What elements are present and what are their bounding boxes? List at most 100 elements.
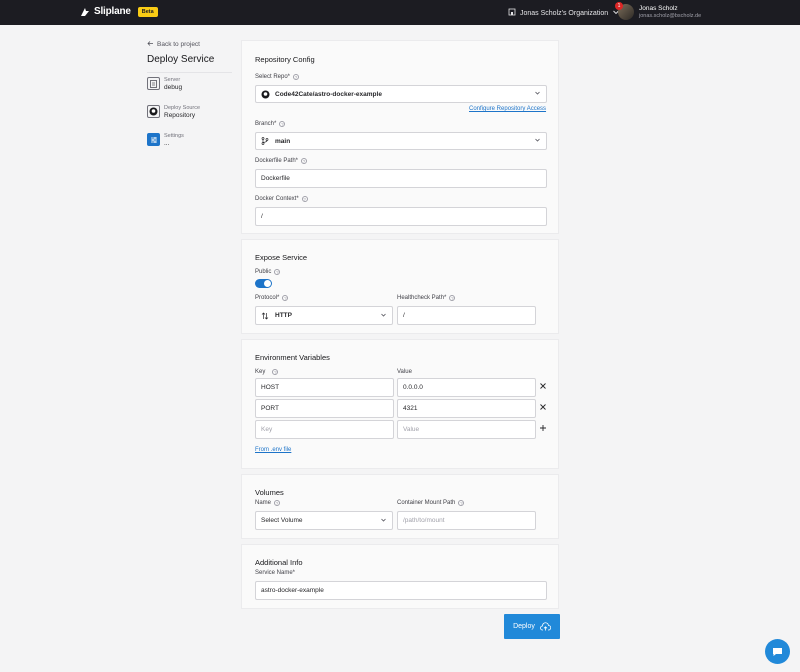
- logo[interactable]: Sliplane Beta: [80, 6, 158, 17]
- notification-badge: 1: [615, 2, 623, 10]
- env-key-input-new[interactable]: Key: [255, 420, 394, 439]
- chat-support-button[interactable]: [765, 639, 790, 664]
- configure-repository-access-link[interactable]: Configure Repository Access: [469, 106, 546, 112]
- help-icon: ?: [449, 295, 456, 301]
- dockerfile-path-input[interactable]: Dockerfile: [255, 169, 547, 188]
- input-value: 4321: [403, 405, 418, 412]
- section-title: Environment Variables: [255, 353, 330, 362]
- help-icon: ?: [301, 196, 308, 202]
- service-name-input[interactable]: astro-docker-example: [255, 581, 547, 600]
- select-repo-label: Select Repo* ?: [255, 74, 300, 80]
- step-server[interactable]: Server debug: [147, 77, 232, 91]
- label-text: Public: [255, 269, 272, 275]
- step-label: Server: [164, 77, 181, 83]
- label-text: Protocol*: [255, 295, 280, 301]
- help-icon: ?: [282, 295, 289, 301]
- logo-text: Sliplane: [94, 6, 131, 17]
- env-key-input[interactable]: HOST: [255, 378, 394, 397]
- volume-value: Select Volume: [261, 517, 303, 524]
- add-row-icon[interactable]: [539, 424, 547, 434]
- settings-sliders-icon: [147, 133, 160, 146]
- user-menu[interactable]: 1 Jonas Scholz jonas.scholz@bscholz.de: [615, 2, 701, 20]
- healthcheck-path-label: Healthcheck Path* ?: [397, 295, 456, 301]
- arrows-up-down-icon: [261, 312, 269, 320]
- org-switcher[interactable]: Jonas Scholz's Organization: [508, 8, 620, 18]
- help-icon: ?: [274, 500, 281, 506]
- section-title: Additional Info: [255, 558, 303, 567]
- help-icon: ?: [279, 121, 286, 127]
- input-placeholder: Value: [403, 426, 420, 433]
- section-title: Expose Service: [255, 253, 308, 262]
- help-icon: ?: [272, 369, 279, 375]
- environment-variables-card: Environment Variables Key ? Value HOST 0…: [241, 339, 559, 469]
- sidebar: Back to project Deploy Service Server de…: [147, 40, 232, 161]
- input-placeholder: /path/to/mount: [403, 517, 445, 524]
- chevron-down-icon: [380, 311, 387, 320]
- volume-select[interactable]: Select Volume: [255, 511, 393, 530]
- step-label: Deploy Source: [164, 105, 201, 111]
- branch-select[interactable]: main: [255, 132, 547, 150]
- label-text: Branch*: [255, 121, 277, 127]
- repository-config-card: Repository Config Select Repo* ? Code42C…: [241, 40, 559, 234]
- input-value: 0.0.0.0: [403, 384, 423, 391]
- chevron-down-icon: [534, 137, 541, 146]
- public-label: Public ?: [255, 269, 281, 275]
- section-title: Volumes: [255, 488, 284, 497]
- building-icon: [508, 8, 516, 18]
- healthcheck-path-input[interactable]: /: [397, 306, 536, 325]
- protocol-select[interactable]: HTTP: [255, 306, 393, 325]
- cloud-upload-icon: [540, 622, 551, 631]
- label-text: Container Mount Path: [397, 500, 456, 506]
- public-toggle[interactable]: [255, 279, 272, 288]
- step-label: Settings: [164, 133, 184, 139]
- step-settings[interactable]: Settings ...: [147, 133, 232, 147]
- env-value-input[interactable]: 0.0.0.0: [397, 378, 536, 397]
- deploy-label: Deploy: [513, 623, 535, 630]
- container-mount-path-input[interactable]: /path/to/mount: [397, 511, 536, 530]
- back-to-project-link[interactable]: Back to project: [147, 40, 232, 49]
- help-icon: ?: [274, 269, 281, 275]
- docker-context-label: Docker Context* ?: [255, 196, 308, 202]
- input-value: /: [403, 312, 405, 319]
- protocol-label: Protocol* ?: [255, 295, 289, 301]
- input-placeholder: Key: [261, 426, 273, 433]
- org-name: Jonas Scholz's Organization: [520, 9, 609, 17]
- env-value-input-new[interactable]: Value: [397, 420, 536, 439]
- beta-badge: Beta: [137, 6, 158, 17]
- sliplane-logo-icon: [80, 7, 90, 17]
- from-env-file-link[interactable]: From .env file: [255, 447, 291, 453]
- docker-context-input[interactable]: /: [255, 207, 547, 226]
- repo-value: Code42Cate/astro-docker-example: [275, 90, 382, 98]
- help-icon: ?: [458, 500, 465, 506]
- deploy-button[interactable]: Deploy: [504, 614, 560, 639]
- expose-service-card: Expose Service Public ? Protocol* ? HTTP…: [241, 239, 559, 334]
- step-value: ...: [164, 140, 170, 147]
- dockerfile-path-label: Dockerfile Path* ?: [255, 158, 308, 164]
- input-value: HOST: [261, 384, 280, 391]
- branch-value: main: [275, 137, 291, 145]
- arrow-left-icon: [147, 40, 154, 49]
- remove-row-icon[interactable]: [539, 382, 547, 392]
- repo-select[interactable]: Code42Cate/astro-docker-example: [255, 85, 547, 103]
- git-branch-icon: [261, 137, 269, 145]
- key-header: Key ?: [255, 369, 279, 375]
- label-text: Name: [255, 500, 272, 506]
- input-value: astro-docker-example: [261, 587, 324, 594]
- avatar: 1: [615, 2, 634, 20]
- label-text: Value: [397, 369, 412, 375]
- chevron-down-icon: [380, 516, 387, 525]
- volume-name-label: Name ?: [255, 500, 281, 506]
- input-value: Dockerfile: [261, 175, 290, 182]
- server-icon: [147, 77, 160, 90]
- branch-label: Branch* ?: [255, 121, 286, 127]
- github-icon: [261, 90, 270, 99]
- step-deploy-source[interactable]: Deploy Source Repository: [147, 105, 232, 119]
- remove-row-icon[interactable]: [539, 403, 547, 413]
- step-value: debug: [164, 84, 183, 91]
- env-key-input[interactable]: PORT: [255, 399, 394, 418]
- volumes-card: Volumes Name ? Select Volume Container M…: [241, 474, 559, 539]
- label-text: Docker Context*: [255, 196, 299, 202]
- label-text: Service Name*: [255, 570, 296, 576]
- env-value-input[interactable]: 4321: [397, 399, 536, 418]
- label-text: Healthcheck Path*: [397, 295, 447, 301]
